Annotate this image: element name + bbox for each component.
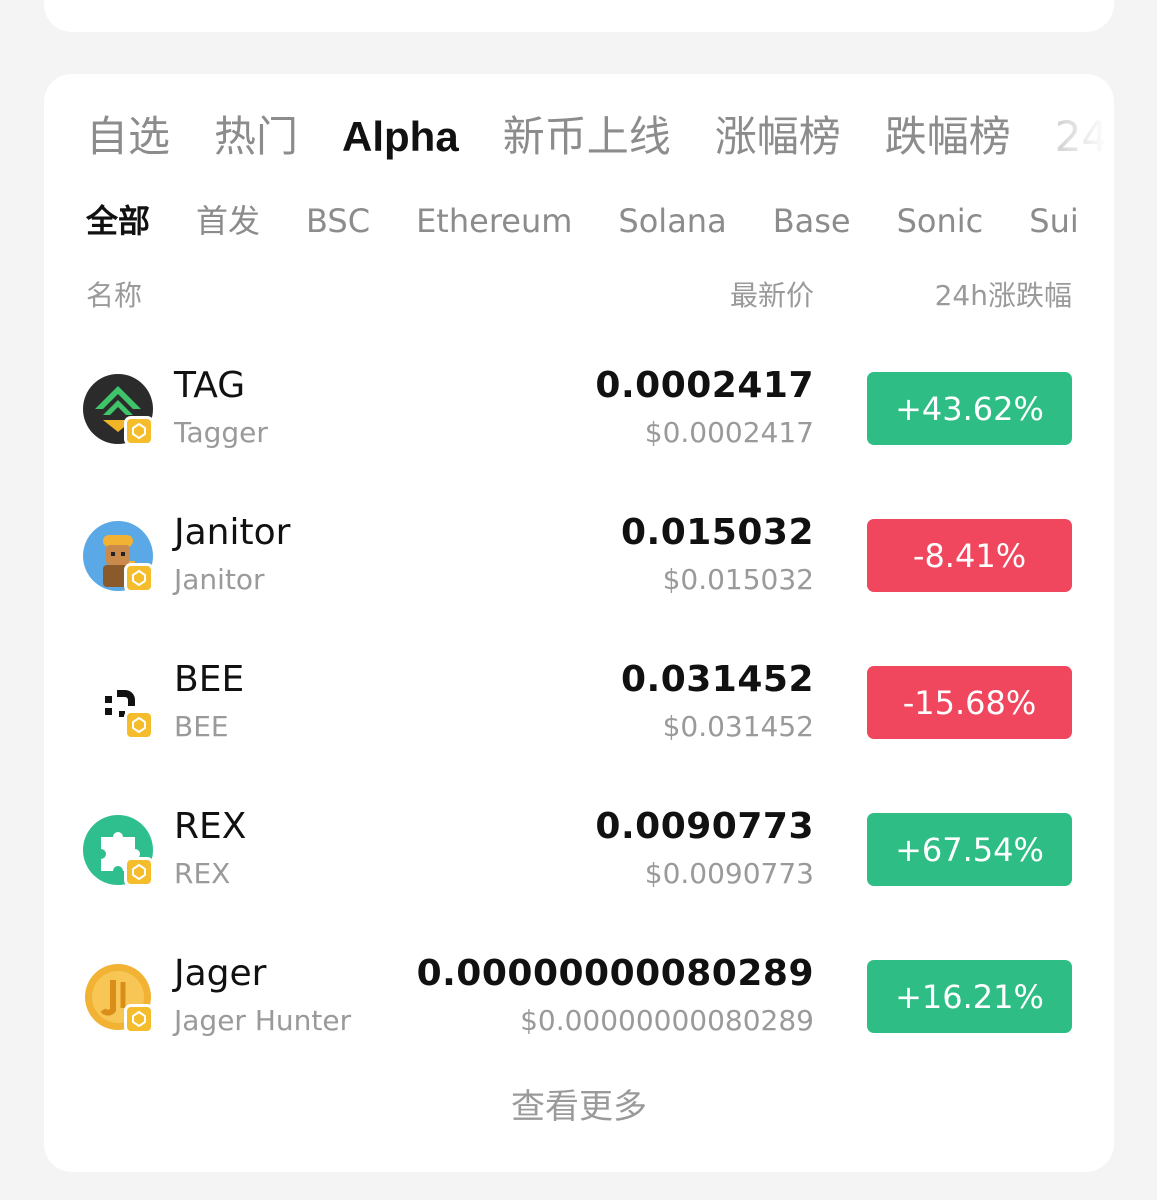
tab-new-listings[interactable]: 新币上线 (503, 112, 671, 162)
filter-bsc[interactable]: BSC (306, 198, 370, 244)
change-badge[interactable]: -8.41% (867, 519, 1072, 592)
filter-first-launch[interactable]: 首发 (196, 198, 260, 244)
view-more-link[interactable]: 查看更多 (44, 1084, 1114, 1130)
change-badge[interactable]: +16.21% (867, 960, 1072, 1033)
token-price: 0.015032 (620, 512, 814, 553)
token-price: 0.0002417 (595, 365, 814, 406)
token-name: REX (174, 857, 231, 890)
token-symbol: BEE (174, 659, 245, 700)
previous-card (44, 0, 1114, 32)
token-row-janitor[interactable]: Janitor Janitor 0.015032 $0.015032 -8.41… (44, 501, 1114, 611)
token-price-usd: $0.031452 (662, 710, 814, 743)
change-badge[interactable]: +67.54% (867, 813, 1072, 886)
filter-base[interactable]: Base (773, 198, 851, 244)
filter-sonic[interactable]: Sonic (897, 198, 984, 244)
token-name: BEE (174, 710, 229, 743)
filter-sui[interactable]: Sui (1029, 198, 1078, 244)
tab-hot[interactable]: 热门 (214, 112, 298, 162)
market-card: 自选 热门 Alpha 新币上线 涨幅榜 跌幅榜 24 全部 首发 BSC Et… (44, 74, 1114, 1172)
token-price-usd: $0.0090773 (644, 857, 814, 890)
token-symbol: Jager (174, 953, 267, 994)
token-symbol: Janitor (174, 512, 291, 553)
bnb-chain-icon (124, 416, 154, 446)
filter-ethereum[interactable]: Ethereum (416, 198, 572, 244)
token-row-bee[interactable]: BEE BEE 0.031452 $0.031452 -15.68% (44, 648, 1114, 758)
token-name: Janitor (174, 563, 265, 596)
tab-24h-volume[interactable]: 24 (1055, 112, 1108, 162)
token-price: 0.031452 (620, 659, 814, 700)
tab-favorites[interactable]: 自选 (86, 112, 170, 162)
tab-top-losers[interactable]: 跌幅榜 (885, 112, 1011, 162)
token-row-tag[interactable]: TAG Tagger 0.0002417 $0.0002417 +43.62% (44, 354, 1114, 464)
bnb-chain-icon (124, 857, 154, 887)
token-row-rex[interactable]: REX REX 0.0090773 $0.0090773 +67.54% (44, 795, 1114, 905)
token-symbol: REX (174, 806, 247, 847)
bnb-chain-icon (124, 710, 154, 740)
token-price-usd: $0.0002417 (644, 416, 814, 449)
column-header-change[interactable]: 24h涨跌幅 (935, 276, 1072, 316)
column-header-name[interactable]: 名称 (86, 276, 142, 316)
filter-solana[interactable]: Solana (618, 198, 726, 244)
tab-top-gainers[interactable]: 涨幅榜 (715, 112, 841, 162)
column-header-price[interactable]: 最新价 (730, 276, 814, 316)
change-badge[interactable]: +43.62% (867, 372, 1072, 445)
token-row-jager[interactable]: Jager Jager Hunter 0.00000000080289 $0.0… (44, 942, 1114, 1052)
change-badge[interactable]: -15.68% (867, 666, 1072, 739)
main-tabs: 自选 热门 Alpha 新币上线 涨幅榜 跌幅榜 24 (86, 112, 1114, 162)
token-price: 0.00000000080289 (416, 953, 814, 994)
bnb-chain-icon (124, 563, 154, 593)
token-name: Jager Hunter (174, 1004, 352, 1037)
token-name: Tagger (174, 416, 268, 449)
bnb-chain-icon (124, 1004, 154, 1034)
token-symbol: TAG (174, 365, 246, 406)
chain-filter-tabs: 全部 首发 BSC Ethereum Solana Base Sonic Sui (86, 198, 1114, 244)
tab-alpha[interactable]: Alpha (342, 112, 459, 162)
token-price-usd: $0.015032 (662, 563, 814, 596)
filter-all[interactable]: 全部 (86, 198, 150, 244)
token-price: 0.0090773 (595, 806, 814, 847)
token-price-usd: $0.00000000080289 (520, 1004, 814, 1037)
